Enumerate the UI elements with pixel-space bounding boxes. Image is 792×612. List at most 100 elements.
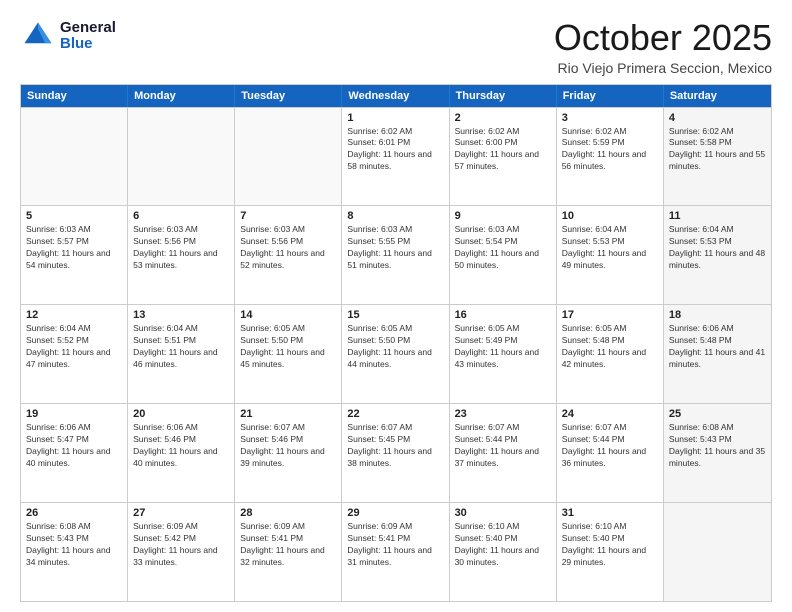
cell-info: Sunrise: 6:02 AM Sunset: 6:00 PM Dayligh… <box>455 126 551 174</box>
cell-info: Sunrise: 6:10 AM Sunset: 5:40 PM Dayligh… <box>562 521 658 569</box>
day-number: 21 <box>240 408 336 420</box>
cell-info: Sunrise: 6:03 AM Sunset: 5:57 PM Dayligh… <box>26 224 122 272</box>
cell-info: Sunrise: 6:04 AM Sunset: 5:53 PM Dayligh… <box>669 224 766 272</box>
day-number: 25 <box>669 408 766 420</box>
header-day-sunday: Sunday <box>21 85 128 107</box>
calendar-cell-1: 1Sunrise: 6:02 AM Sunset: 6:01 PM Daylig… <box>342 108 449 206</box>
cell-info: Sunrise: 6:07 AM Sunset: 5:44 PM Dayligh… <box>455 422 551 470</box>
calendar-row-3: 19 Sunrise: 6:06 AM Sunset: 5:47 PM Dayli… <box>21 403 771 502</box>
calendar-cell-4: 4 Sunrise: 6:02 AM Sunset: 5:58 PM Daylig… <box>664 108 771 206</box>
calendar-cell-2: 2 Sunrise: 6:02 AM Sunset: 6:00 PM Daylig… <box>450 108 557 206</box>
calendar-row-4: 26 Sunrise: 6:08 AM Sunset: 5:43 PM Dayli… <box>21 502 771 601</box>
calendar-cell-8: 8 Sunrise: 6:03 AM Sunset: 5:55 PM Daylig… <box>342 206 449 304</box>
calendar-cell-16: 16 Sunrise: 6:05 AM Sunset: 5:49 PM Dayli… <box>450 305 557 403</box>
cell-info: Sunrise: 6:07 AM Sunset: 5:46 PM Dayligh… <box>240 422 336 470</box>
calendar-cell-27: 27Sunrise: 6:09 AM Sunset: 5:42 PM Dayli… <box>128 503 235 601</box>
cell-info: Sunrise: 6:05 AM Sunset: 5:48 PM Dayligh… <box>562 323 658 371</box>
cell-info: Sunrise: 6:05 AM Sunset: 5:50 PM Dayligh… <box>347 323 443 371</box>
header-day-tuesday: Tuesday <box>235 85 342 107</box>
calendar-cell-18: 18 Sunrise: 6:06 AM Sunset: 5:48 PM Dayli… <box>664 305 771 403</box>
calendar-cell-7: 7Sunrise: 6:03 AM Sunset: 5:56 PM Daylig… <box>235 206 342 304</box>
header-day-thursday: Thursday <box>450 85 557 107</box>
day-number: 24 <box>562 408 658 420</box>
cell-info: Sunrise: 6:03 AM Sunset: 5:54 PM Dayligh… <box>455 224 551 272</box>
day-number: 22 <box>347 408 443 420</box>
cell-info: Sunrise: 6:10 AM Sunset: 5:40 PM Dayligh… <box>455 521 551 569</box>
cell-info: Sunrise: 6:03 AM Sunset: 5:55 PM Dayligh… <box>347 224 443 272</box>
cell-info: Sunrise: 6:05 AM Sunset: 5:50 PM Dayligh… <box>240 323 336 371</box>
calendar-cell-empty-0-0 <box>21 108 128 206</box>
day-number: 18 <box>669 309 766 321</box>
day-number: 29 <box>347 507 443 519</box>
day-number: 6 <box>133 210 229 222</box>
cell-info: Sunrise: 6:03 AM Sunset: 5:56 PM Dayligh… <box>133 224 229 272</box>
header-day-friday: Friday <box>557 85 664 107</box>
location: Rio Viejo Primera Seccion, Mexico <box>554 60 772 76</box>
cell-info: Sunrise: 6:09 AM Sunset: 5:41 PM Dayligh… <box>347 521 443 569</box>
header: General Blue October 2025 Rio Viejo Prim… <box>20 18 772 76</box>
cell-info: Sunrise: 6:04 AM Sunset: 5:53 PM Dayligh… <box>562 224 658 272</box>
calendar-cell-11: 11 Sunrise: 6:04 AM Sunset: 5:53 PM Dayli… <box>664 206 771 304</box>
logo: General Blue <box>20 18 116 54</box>
calendar-body: 1Sunrise: 6:02 AM Sunset: 6:01 PM Daylig… <box>21 107 771 601</box>
day-number: 9 <box>455 210 551 222</box>
cell-info: Sunrise: 6:08 AM Sunset: 5:43 PM Dayligh… <box>26 521 122 569</box>
day-number: 1 <box>347 112 443 124</box>
day-number: 23 <box>455 408 551 420</box>
day-number: 5 <box>26 210 122 222</box>
logo-general-text: General <box>60 20 116 37</box>
day-number: 19 <box>26 408 122 420</box>
calendar-cell-14: 14Sunrise: 6:05 AM Sunset: 5:50 PM Dayli… <box>235 305 342 403</box>
page: General Blue October 2025 Rio Viejo Prim… <box>0 0 792 612</box>
cell-info: Sunrise: 6:08 AM Sunset: 5:43 PM Dayligh… <box>669 422 766 470</box>
logo-blue-text: Blue <box>60 36 116 53</box>
cell-info: Sunrise: 6:06 AM Sunset: 5:48 PM Dayligh… <box>669 323 766 371</box>
cell-info: Sunrise: 6:05 AM Sunset: 5:49 PM Dayligh… <box>455 323 551 371</box>
cell-info: Sunrise: 6:07 AM Sunset: 5:44 PM Dayligh… <box>562 422 658 470</box>
day-number: 27 <box>133 507 229 519</box>
calendar-cell-10: 10Sunrise: 6:04 AM Sunset: 5:53 PM Dayli… <box>557 206 664 304</box>
day-number: 26 <box>26 507 122 519</box>
day-number: 7 <box>240 210 336 222</box>
day-number: 2 <box>455 112 551 124</box>
cell-info: Sunrise: 6:06 AM Sunset: 5:47 PM Dayligh… <box>26 422 122 470</box>
calendar-cell-empty-0-2 <box>235 108 342 206</box>
day-number: 17 <box>562 309 658 321</box>
day-number: 28 <box>240 507 336 519</box>
calendar-cell-22: 22 Sunrise: 6:07 AM Sunset: 5:45 PM Dayli… <box>342 404 449 502</box>
cell-info: Sunrise: 6:04 AM Sunset: 5:52 PM Dayligh… <box>26 323 122 371</box>
cell-info: Sunrise: 6:07 AM Sunset: 5:45 PM Dayligh… <box>347 422 443 470</box>
logo-words: General Blue <box>60 20 116 53</box>
day-number: 31 <box>562 507 658 519</box>
day-number: 11 <box>669 210 766 222</box>
day-number: 4 <box>669 112 766 124</box>
calendar-row-1: 5 Sunrise: 6:03 AM Sunset: 5:57 PM Daylig… <box>21 205 771 304</box>
calendar-cell-30: 30 Sunrise: 6:10 AM Sunset: 5:40 PM Dayli… <box>450 503 557 601</box>
title-block: October 2025 Rio Viejo Primera Seccion, … <box>554 18 772 76</box>
calendar-cell-26: 26 Sunrise: 6:08 AM Sunset: 5:43 PM Dayli… <box>21 503 128 601</box>
calendar-cell-6: 6 Sunrise: 6:03 AM Sunset: 5:56 PM Daylig… <box>128 206 235 304</box>
day-number: 12 <box>26 309 122 321</box>
calendar-cell-20: 20Sunrise: 6:06 AM Sunset: 5:46 PM Dayli… <box>128 404 235 502</box>
calendar-cell-17: 17 Sunrise: 6:05 AM Sunset: 5:48 PM Dayli… <box>557 305 664 403</box>
calendar-cell-23: 23 Sunrise: 6:07 AM Sunset: 5:44 PM Dayli… <box>450 404 557 502</box>
day-number: 20 <box>133 408 229 420</box>
calendar-header: SundayMondayTuesdayWednesdayThursdayFrid… <box>21 85 771 107</box>
calendar-cell-21: 21 Sunrise: 6:07 AM Sunset: 5:46 PM Dayli… <box>235 404 342 502</box>
day-number: 8 <box>347 210 443 222</box>
calendar-row-2: 12 Sunrise: 6:04 AM Sunset: 5:52 PM Dayli… <box>21 304 771 403</box>
day-number: 15 <box>347 309 443 321</box>
calendar-cell-19: 19 Sunrise: 6:06 AM Sunset: 5:47 PM Dayli… <box>21 404 128 502</box>
calendar-cell-empty-0-1 <box>128 108 235 206</box>
cell-info: Sunrise: 6:02 AM Sunset: 5:58 PM Dayligh… <box>669 126 766 174</box>
calendar: SundayMondayTuesdayWednesdayThursdayFrid… <box>20 84 772 602</box>
day-number: 16 <box>455 309 551 321</box>
calendar-cell-5: 5 Sunrise: 6:03 AM Sunset: 5:57 PM Daylig… <box>21 206 128 304</box>
calendar-cell-25: 25 Sunrise: 6:08 AM Sunset: 5:43 PM Dayli… <box>664 404 771 502</box>
calendar-cell-15: 15 Sunrise: 6:05 AM Sunset: 5:50 PM Dayli… <box>342 305 449 403</box>
cell-info: Sunrise: 6:09 AM Sunset: 5:41 PM Dayligh… <box>240 521 336 569</box>
calendar-cell-3: 3Sunrise: 6:02 AM Sunset: 5:59 PM Daylig… <box>557 108 664 206</box>
day-number: 30 <box>455 507 551 519</box>
calendar-cell-31: 31 Sunrise: 6:10 AM Sunset: 5:40 PM Dayli… <box>557 503 664 601</box>
month-title: October 2025 <box>554 18 772 58</box>
